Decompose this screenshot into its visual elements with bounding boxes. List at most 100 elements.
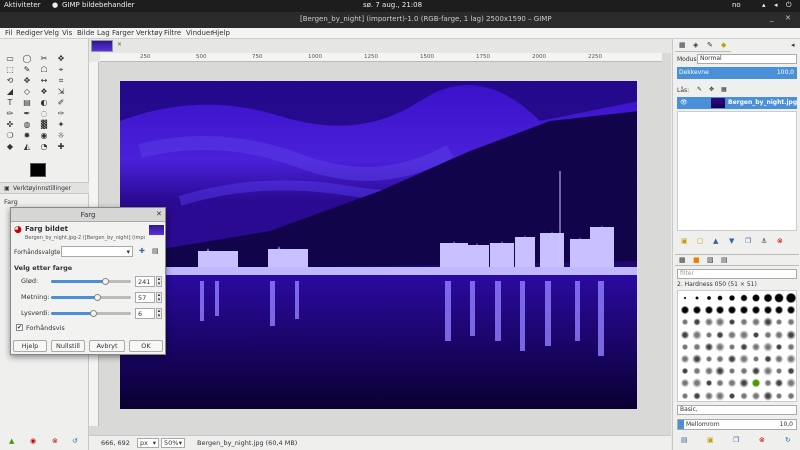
brush-preset-item[interactable] xyxy=(703,293,714,303)
tool-7-icon[interactable]: ☖ xyxy=(39,65,49,75)
tool-16-icon[interactable]: ⇲ xyxy=(56,87,66,97)
opacity-slider[interactable]: Dekkevne 100,0 xyxy=(677,67,797,79)
brush-preset-item[interactable] xyxy=(715,317,726,328)
duplicate-layer-icon[interactable]: ❐ xyxy=(745,237,751,245)
brush-preset-item[interactable] xyxy=(727,390,738,401)
delete-brush-icon[interactable]: ⊗ xyxy=(759,436,765,444)
brush-preset-item[interactable] xyxy=(691,305,702,316)
brush-preset-item[interactable] xyxy=(727,341,738,352)
hue-slider[interactable] xyxy=(51,280,131,283)
brush-preset-item[interactable] xyxy=(703,390,714,401)
menu-velg[interactable]: Velg xyxy=(44,29,59,37)
edit-brush-icon[interactable]: ▤ xyxy=(681,436,688,444)
lightness-spinbox[interactable]: 6 xyxy=(135,308,155,319)
configure-tab-icon[interactable]: ◂ xyxy=(791,41,795,49)
brush-preset-item[interactable] xyxy=(680,305,690,316)
brush-preset-item[interactable] xyxy=(774,293,785,303)
tool-23-icon[interactable]: ◌ xyxy=(39,109,49,119)
raise-layer-icon[interactable]: ▲ xyxy=(713,237,718,245)
tool-14-icon[interactable]: ◇ xyxy=(22,87,32,97)
brush-preset-item[interactable] xyxy=(786,341,797,352)
new-group-icon[interactable]: ▢ xyxy=(697,237,704,245)
brush-preset-item[interactable] xyxy=(727,378,738,389)
tool-31-icon[interactable]: ◉ xyxy=(39,131,49,141)
brush-preset-item[interactable] xyxy=(715,329,726,340)
tool-35-icon[interactable]: ◔ xyxy=(39,142,49,152)
menu-vis[interactable]: Vis xyxy=(62,29,72,37)
brush-preset-item[interactable] xyxy=(691,341,702,352)
brush-preset-item[interactable] xyxy=(786,390,797,401)
brush-preset-item[interactable] xyxy=(703,354,714,364)
brush-preset-item[interactable] xyxy=(680,354,690,364)
brush-preset-item[interactable] xyxy=(715,354,726,364)
save-options-icon[interactable]: ▲ xyxy=(9,437,14,445)
brush-preset-item[interactable] xyxy=(727,305,738,316)
brush-preset-item[interactable] xyxy=(762,329,773,340)
reset-button[interactable]: Nullstill xyxy=(51,340,85,352)
tool-29-icon[interactable]: ❍ xyxy=(5,131,15,141)
spacing-slider[interactable]: Mellomrom 10,0 xyxy=(677,419,797,430)
menu-lag[interactable]: Lag xyxy=(97,29,110,37)
tool-5-icon[interactable]: ⬚ xyxy=(5,65,15,75)
hue-spin-buttons[interactable]: ▴ ▾ xyxy=(156,276,162,287)
eye-icon[interactable]: 👁 xyxy=(680,99,688,106)
brush-preset-item[interactable] xyxy=(774,378,785,389)
brush-preset-item[interactable] xyxy=(715,305,726,316)
brush-preset-item[interactable] xyxy=(727,317,738,328)
brush-preset-item[interactable] xyxy=(750,390,761,401)
brush-preset-item[interactable] xyxy=(750,378,761,389)
tool-6-icon[interactable]: ✎ xyxy=(22,65,32,75)
brush-preset-item[interactable] xyxy=(786,354,797,364)
brush-preset-item[interactable] xyxy=(750,305,761,316)
tool-21-icon[interactable]: ✏ xyxy=(5,109,15,119)
tool-options-icon[interactable]: ▣ xyxy=(4,185,10,192)
brush-preset-item[interactable] xyxy=(727,329,738,340)
tool-30-icon[interactable]: ✹ xyxy=(22,131,32,141)
reset-options-icon[interactable]: ↺ xyxy=(72,437,78,445)
brush-preset-item[interactable] xyxy=(786,366,797,377)
app-menu-icon[interactable]: ● xyxy=(52,1,58,9)
language-indicator[interactable]: no xyxy=(732,1,741,9)
brush-preset-item[interactable] xyxy=(691,329,702,340)
brush-preset-item[interactable] xyxy=(774,329,785,340)
tool-25-icon[interactable]: ✜ xyxy=(5,120,15,130)
brush-preset-item[interactable] xyxy=(715,341,726,352)
tool-3-icon[interactable]: ✂ xyxy=(39,54,49,64)
tool-options-tab[interactable]: Verktøyinnstillinger xyxy=(13,185,71,192)
tool-19-icon[interactable]: ◐ xyxy=(39,98,49,108)
brush-preset-item[interactable] xyxy=(703,341,714,352)
add-preset-icon[interactable]: ✚ xyxy=(139,247,145,255)
close-dialog-icon[interactable]: ✕ xyxy=(156,210,162,218)
brush-preset-item[interactable] xyxy=(739,305,749,316)
lock-position-icon[interactable]: ✥ xyxy=(709,86,714,93)
brush-filter-input[interactable]: filter xyxy=(677,269,797,279)
brush-preset-item[interactable] xyxy=(739,354,749,364)
fonts-tab-icon[interactable]: ▨ xyxy=(707,256,714,264)
menu-rediger[interactable]: Rediger xyxy=(16,29,43,37)
brush-preset-item[interactable] xyxy=(680,341,690,352)
brush-preset-item[interactable] xyxy=(762,341,773,352)
saturation-slider[interactable] xyxy=(51,296,131,299)
brush-preset-item[interactable] xyxy=(774,354,785,364)
tool-27-icon[interactable]: ▓ xyxy=(39,120,49,130)
brush-preset-item[interactable] xyxy=(680,378,690,389)
tool-20-icon[interactable]: ✐ xyxy=(56,98,66,108)
brush-preset-item[interactable] xyxy=(691,317,702,328)
ok-button[interactable]: OK xyxy=(129,340,163,352)
brush-preset-item[interactable] xyxy=(739,390,749,401)
lock-alpha-icon[interactable]: ▦ xyxy=(721,86,727,93)
tool-1-icon[interactable]: ▭ xyxy=(5,54,15,64)
tool-33-icon[interactable]: ◆ xyxy=(5,142,15,152)
tool-12-icon[interactable]: ⌗ xyxy=(56,76,66,86)
brush-preset-item[interactable] xyxy=(739,329,749,340)
brush-preset-item[interactable] xyxy=(680,317,690,328)
channels-tab-icon[interactable]: ◈ xyxy=(693,41,698,49)
brush-preset-item[interactable] xyxy=(703,329,714,340)
brush-preset-item[interactable] xyxy=(739,378,749,389)
gradients-tab-icon[interactable]: ▤ xyxy=(721,256,728,264)
unit-select[interactable]: px ▾ xyxy=(137,438,159,448)
brush-preset-item[interactable] xyxy=(750,354,761,364)
tool-32-icon[interactable]: ☼ xyxy=(56,131,66,141)
network-icon[interactable]: ▴ xyxy=(762,1,766,9)
brush-preset-item[interactable] xyxy=(774,305,785,316)
